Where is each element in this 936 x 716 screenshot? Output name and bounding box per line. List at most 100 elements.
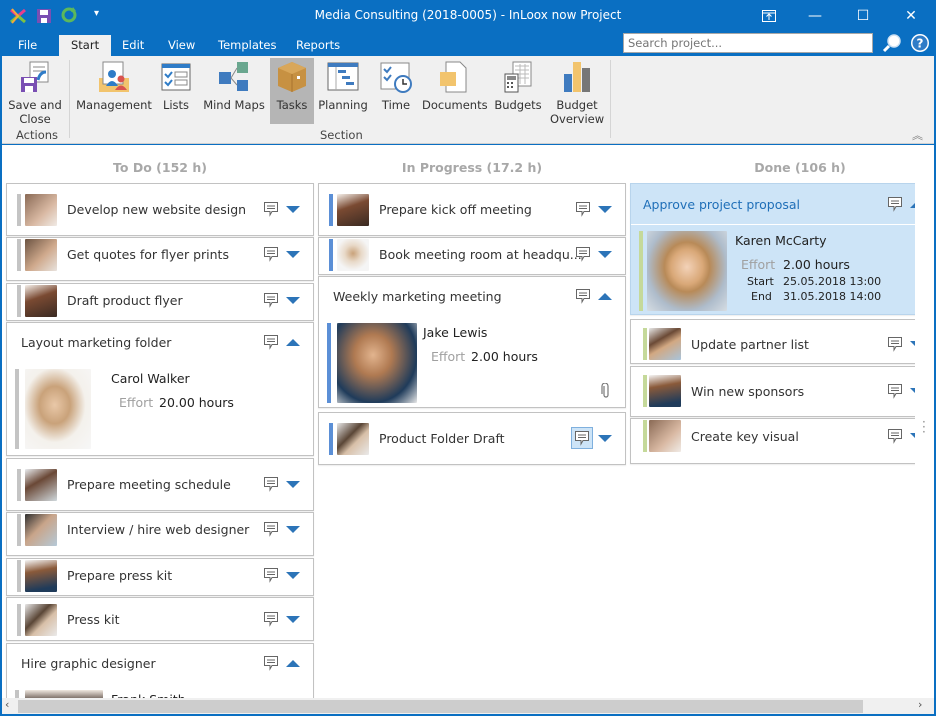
expand-icon[interactable] bbox=[286, 481, 300, 488]
management-icon bbox=[97, 60, 131, 94]
planning-icon bbox=[326, 60, 360, 94]
effort-label: Effort bbox=[119, 395, 154, 410]
comment-icon[interactable] bbox=[575, 246, 591, 262]
tasks-button[interactable]: Tasks bbox=[270, 58, 314, 124]
status-bar bbox=[17, 514, 21, 546]
comment-icon[interactable] bbox=[887, 428, 903, 444]
attachment-icon[interactable] bbox=[601, 382, 611, 403]
search-icon[interactable] bbox=[882, 33, 902, 53]
task-card-expanded[interactable]: Hire graphic designer Frank Smith bbox=[6, 643, 314, 698]
expand-icon[interactable] bbox=[286, 206, 300, 213]
lists-label: Lists bbox=[162, 98, 190, 112]
management-button[interactable]: Management bbox=[76, 58, 152, 124]
status-bar bbox=[327, 323, 331, 403]
comment-icon[interactable] bbox=[263, 246, 279, 262]
maximize-button[interactable]: ☐ bbox=[848, 4, 878, 28]
scroll-right-icon[interactable]: › bbox=[918, 698, 922, 711]
task-card[interactable]: Interview / hire web designer bbox=[6, 512, 314, 556]
close-button[interactable]: ✕ bbox=[896, 4, 926, 28]
task-title: Weekly marketing meeting bbox=[333, 289, 502, 304]
collapse-icon[interactable] bbox=[286, 339, 300, 346]
task-card-expanded[interactable]: Layout marketing folder Carol Walker Eff… bbox=[6, 322, 314, 456]
comment-icon[interactable] bbox=[263, 567, 279, 583]
status-bar bbox=[643, 375, 647, 407]
expand-icon[interactable] bbox=[286, 297, 300, 304]
documents-button[interactable]: Documents bbox=[422, 58, 488, 124]
task-card[interactable]: Develop new website design bbox=[6, 183, 314, 236]
collapse-icon[interactable] bbox=[286, 660, 300, 667]
expand-icon[interactable] bbox=[598, 251, 612, 258]
task-card[interactable]: Get quotes for flyer prints bbox=[6, 237, 314, 281]
comment-icon[interactable] bbox=[887, 383, 903, 399]
avatar-large bbox=[337, 323, 417, 403]
comment-icon[interactable] bbox=[263, 201, 279, 217]
collapse-icon[interactable] bbox=[598, 293, 612, 300]
search-input[interactable] bbox=[623, 33, 873, 53]
comment-icon[interactable] bbox=[887, 196, 903, 212]
task-card-expanded[interactable]: Weekly marketing meeting Jake Lewis Effo… bbox=[318, 276, 626, 408]
expand-icon[interactable] bbox=[286, 251, 300, 258]
status-bar bbox=[643, 420, 647, 452]
comment-icon[interactable] bbox=[263, 292, 279, 308]
tab-edit[interactable]: Edit bbox=[110, 35, 156, 56]
planning-button[interactable]: Planning bbox=[318, 58, 368, 124]
task-card[interactable]: Press kit bbox=[6, 597, 314, 641]
comment-icon[interactable] bbox=[263, 521, 279, 537]
task-title: Product Folder Draft bbox=[379, 431, 505, 446]
budget-overview-icon bbox=[560, 60, 594, 94]
minimize-button[interactable]: — bbox=[800, 4, 830, 28]
tab-start[interactable]: Start bbox=[59, 35, 112, 56]
expand-icon[interactable] bbox=[286, 526, 300, 533]
resize-grip-icon[interactable]: · · · bbox=[922, 416, 926, 438]
tab-reports[interactable]: Reports bbox=[284, 35, 352, 56]
task-card[interactable]: Create key visual bbox=[630, 418, 934, 464]
task-card[interactable]: Draft product flyer bbox=[6, 283, 314, 321]
task-card[interactable]: Prepare meeting schedule bbox=[6, 458, 314, 511]
comment-icon[interactable] bbox=[263, 655, 279, 671]
ribbon-display-icon[interactable] bbox=[754, 4, 784, 28]
budget-overview-button[interactable]: Budget Overview bbox=[550, 58, 604, 126]
task-title: Develop new website design bbox=[67, 202, 247, 217]
avatar bbox=[337, 423, 369, 455]
task-card[interactable]: Book meeting room at headqu... bbox=[318, 237, 626, 275]
avatar-large bbox=[647, 231, 727, 311]
lists-button[interactable]: Lists bbox=[156, 58, 196, 124]
scrollbar-thumb[interactable] bbox=[18, 700, 863, 713]
comment-icon[interactable] bbox=[575, 201, 591, 217]
tab-view[interactable]: View bbox=[156, 35, 207, 56]
task-card-selected[interactable]: Approve project proposal Karen McCarty E… bbox=[630, 183, 934, 315]
time-button[interactable]: Time bbox=[378, 58, 414, 124]
task-card[interactable]: Win new sponsors bbox=[630, 366, 934, 417]
comment-icon[interactable] bbox=[263, 611, 279, 627]
task-card[interactable]: Prepare press kit bbox=[6, 558, 314, 596]
tab-file[interactable]: File bbox=[6, 35, 49, 56]
avatar bbox=[649, 420, 681, 452]
task-title: Prepare kick off meeting bbox=[379, 202, 532, 217]
comment-icon[interactable] bbox=[571, 427, 593, 449]
expand-icon[interactable] bbox=[598, 206, 612, 213]
horizontal-scrollbar[interactable]: ‹ › bbox=[2, 698, 934, 714]
collapse-ribbon-icon[interactable]: ︽ bbox=[912, 127, 923, 143]
window-title: Media Consulting (2018-0005) - InLoox no… bbox=[314, 8, 622, 22]
task-card[interactable]: Product Folder Draft bbox=[318, 412, 626, 465]
mind-maps-button[interactable]: Mind Maps bbox=[202, 58, 266, 124]
tab-templates[interactable]: Templates bbox=[206, 35, 288, 56]
task-card[interactable]: Update partner list bbox=[630, 319, 934, 364]
comment-icon[interactable] bbox=[263, 476, 279, 492]
comment-icon[interactable] bbox=[263, 334, 279, 350]
expand-icon[interactable] bbox=[286, 616, 300, 623]
title-bar: ▾ Media Consulting (2018-0005) - InLoox … bbox=[0, 0, 936, 32]
save-close-icon bbox=[18, 60, 52, 94]
expand-icon[interactable] bbox=[286, 572, 300, 579]
budgets-button[interactable]: Budgets bbox=[492, 58, 544, 124]
expand-icon[interactable] bbox=[598, 435, 612, 442]
scroll-left-icon[interactable]: ‹ bbox=[5, 698, 9, 711]
save-and-close-button[interactable]: Save and Close bbox=[8, 58, 62, 126]
status-bar bbox=[639, 231, 643, 311]
comment-icon[interactable] bbox=[575, 288, 591, 304]
help-icon[interactable]: ? bbox=[910, 33, 930, 53]
comment-icon[interactable] bbox=[887, 336, 903, 352]
avatar-large bbox=[25, 690, 103, 698]
task-card[interactable]: Prepare kick off meeting bbox=[318, 183, 626, 236]
task-title: Get quotes for flyer prints bbox=[67, 247, 229, 262]
